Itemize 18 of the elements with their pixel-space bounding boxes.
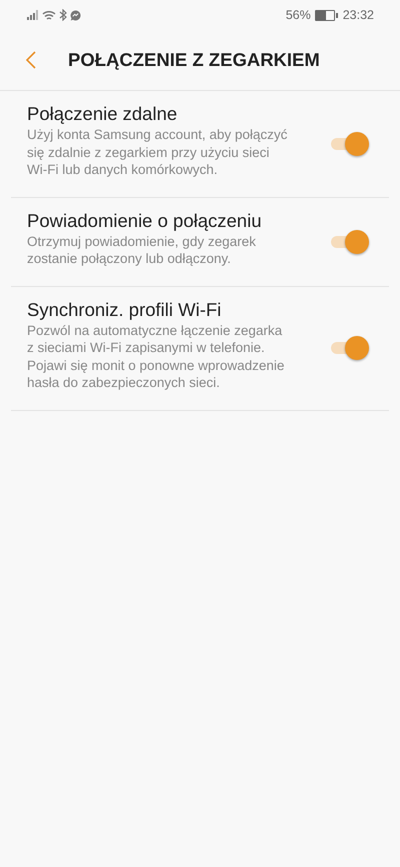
- setting-description: Pozwól na automatyczne łączenie zegarka z sieciami Wi-Fi zapisanymi w telefonie. Pojawi się monit o ponowne wprowadzenie hasła do zabezpieczonych sieci.: [27, 322, 286, 392]
- chat-bubble-icon: [70, 10, 81, 20]
- toggle-switch[interactable]: [331, 335, 371, 361]
- battery-percentage: 56%: [286, 8, 311, 22]
- toggle-switch[interactable]: [331, 228, 371, 254]
- setting-title: Powiadomienie o połączeniu: [27, 210, 262, 232]
- bluetooth-icon: [59, 9, 67, 21]
- clock: 23:32: [342, 8, 374, 22]
- setting-title: Połączenie zdalne: [27, 103, 178, 125]
- signal-icon: [27, 10, 39, 20]
- setting-description: Użyj konta Samsung account, aby połączyć się zdalnie z zegarkiem przy użyciu sieci Wi-Fi lub danych komórkowych.: [27, 126, 288, 178]
- page-title: POŁĄCZENIE Z ZEGARKIEM: [68, 49, 320, 71]
- toggle-switch[interactable]: [331, 130, 371, 157]
- chevron-left-icon: [26, 51, 36, 69]
- setting-title: Synchroniz. profili Wi-Fi: [27, 298, 222, 320]
- setting-description: Otrzymuj powiadomienie, gdy zegarek zostanie połączony lub odłączony.: [27, 232, 257, 268]
- wifi-icon: [42, 10, 56, 20]
- battery-icon: [314, 10, 335, 20]
